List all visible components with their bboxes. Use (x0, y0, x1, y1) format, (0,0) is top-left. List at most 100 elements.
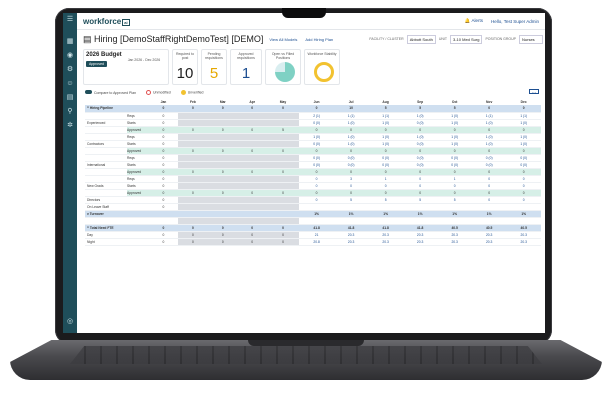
grid-cell[interactable]: 20.3 (471, 231, 507, 240)
grid-cell[interactable]: 0 (0) (333, 154, 369, 162)
grid-cell[interactable] (402, 217, 438, 226)
alerts-button[interactable]: 🔔 Alerts (465, 18, 483, 24)
grid-cell[interactable]: 5 (402, 196, 438, 205)
grid-cell[interactable]: 0 (471, 182, 507, 191)
grid-cell[interactable]: 1 (0) (402, 133, 438, 141)
grid-cell[interactable] (237, 210, 267, 219)
grid-cell[interactable] (177, 182, 208, 191)
grid-cell[interactable]: 20.3 (506, 231, 541, 240)
grid-cell[interactable]: 0 (333, 126, 369, 134)
grid-cell[interactable] (207, 112, 238, 120)
grid-cell[interactable]: 1 (0) (506, 140, 541, 148)
grid-cell[interactable]: 5 (437, 105, 472, 113)
grid-cell[interactable]: 0 (333, 168, 369, 176)
grid-cell[interactable] (177, 217, 208, 226)
grid-cell[interactable]: 0 (177, 126, 208, 134)
grid-cell[interactable]: 0 (506, 147, 541, 155)
grid-cell[interactable]: 5 (266, 126, 300, 134)
grid-cell[interactable]: 0 (471, 147, 507, 155)
grid-cell[interactable]: 0 (299, 189, 334, 198)
more-options-button[interactable]: ... (529, 89, 539, 95)
grid-cell[interactable] (149, 210, 178, 219)
grid-cell[interactable] (207, 119, 238, 127)
grid-cell[interactable]: 0 (471, 168, 507, 176)
grid-cell[interactable]: 0 (149, 140, 178, 148)
grid-cell[interactable]: 0 (0) (299, 140, 334, 148)
grid-cell[interactable]: 1% (299, 210, 334, 219)
grid-cell[interactable]: 40.5 (506, 224, 541, 233)
grid-cell[interactable]: 0 (177, 238, 208, 247)
grid-cell[interactable]: 5 (368, 196, 403, 205)
grid-cell[interactable]: 0 (299, 168, 334, 176)
grid-cell[interactable]: 41.8 (333, 224, 369, 233)
grid-cell[interactable] (368, 203, 403, 212)
grid-cell[interactable] (207, 210, 238, 219)
grid-cell[interactable] (471, 217, 507, 226)
grid-cell[interactable]: 21 (299, 231, 334, 240)
grid-cell[interactable] (177, 119, 208, 127)
grid-cell[interactable] (177, 210, 208, 219)
grid-cell[interactable] (266, 133, 300, 141)
grid-cell[interactable]: 1% (368, 210, 403, 219)
grid-cell[interactable]: 0 (149, 189, 178, 198)
grid-cell[interactable] (437, 203, 472, 212)
grid-cell[interactable]: 0 (0) (402, 119, 438, 127)
grid-cell[interactable] (177, 175, 208, 184)
grid-cell[interactable]: 0 (177, 231, 208, 240)
grid-cell[interactable]: 0 (237, 238, 267, 247)
grid-cell[interactable]: 0 (177, 105, 208, 113)
grid-cell[interactable]: 0 (471, 126, 507, 134)
unit-select[interactable]: 3-10 Med Surg (450, 34, 483, 44)
grid-cell[interactable]: 0 (237, 189, 267, 198)
user-menu[interactable]: Hello, Test Super Admin (491, 19, 539, 24)
grid-cell[interactable]: 0 (506, 182, 541, 191)
grid-cell[interactable]: 1 (0) (333, 133, 369, 141)
grid-cell[interactable] (266, 182, 300, 191)
grid-cell[interactable]: 0 (266, 147, 300, 155)
grid-cell[interactable]: 0 (177, 189, 208, 198)
grid-cell[interactable]: 0 (177, 168, 208, 176)
grid-cell[interactable]: 1 (0) (437, 140, 472, 148)
grid-cell[interactable]: 1 (1) (333, 112, 369, 120)
grid-cell[interactable]: 0 (149, 182, 178, 191)
grid-cell[interactable]: 10 (333, 105, 369, 113)
menu-icon[interactable]: ☰ (63, 13, 77, 27)
grid-cell[interactable]: 0 (0) (471, 154, 507, 162)
grid-cell[interactable] (266, 210, 300, 219)
compare-toggle[interactable]: Compare to Approved Plan (85, 90, 136, 95)
grid-cell[interactable]: 0 (368, 182, 403, 191)
grid-cell[interactable]: 1 (0) (368, 119, 403, 127)
grid-cell[interactable]: 20.3 (368, 231, 403, 240)
grid-cell[interactable]: 40.5 (471, 224, 507, 233)
grid-cell[interactable] (266, 112, 300, 120)
grid-cell[interactable]: 0 (149, 168, 178, 176)
grid-cell[interactable] (207, 175, 238, 184)
grid-cell[interactable] (266, 161, 300, 169)
grid-cell[interactable] (177, 196, 208, 205)
grid-cell[interactable]: 0 (207, 168, 238, 176)
grid-cell[interactable]: 20.3 (402, 231, 438, 240)
grid-cell[interactable]: 41.8 (299, 224, 334, 233)
grid-cell[interactable]: 20.3 (333, 238, 369, 247)
grid-cell[interactable]: 0 (207, 231, 238, 240)
grid-cell[interactable]: 1 (1) (368, 112, 403, 120)
grid-cell[interactable]: 1 (0) (437, 112, 472, 120)
grid-cell[interactable]: 0 (149, 238, 178, 247)
grid-cell[interactable] (177, 140, 208, 148)
grid-cell[interactable]: 1 (0) (299, 133, 334, 141)
grid-cell[interactable]: 0 (177, 224, 208, 233)
grid-cell[interactable]: 0 (0) (333, 161, 369, 169)
grid-cell[interactable]: 0 (368, 168, 403, 176)
grid-cell[interactable]: 1 (0) (471, 119, 507, 127)
grid-cell[interactable]: 0 (0) (299, 161, 334, 169)
grid-cell[interactable]: 0 (506, 189, 541, 198)
grid-cell[interactable]: 0 (149, 119, 178, 127)
grid-cell[interactable]: 0 (177, 147, 208, 155)
grid-cell[interactable]: 0 (0) (506, 154, 541, 162)
grid-cell[interactable]: 0 (506, 126, 541, 134)
view-all-models-link[interactable]: View All Models (269, 37, 297, 42)
grid-cell[interactable]: 0 (207, 238, 238, 247)
grid-cell[interactable]: 0 (0) (437, 161, 472, 169)
grid-cell[interactable]: 0 (437, 189, 472, 198)
grid-cell[interactable] (299, 217, 334, 226)
